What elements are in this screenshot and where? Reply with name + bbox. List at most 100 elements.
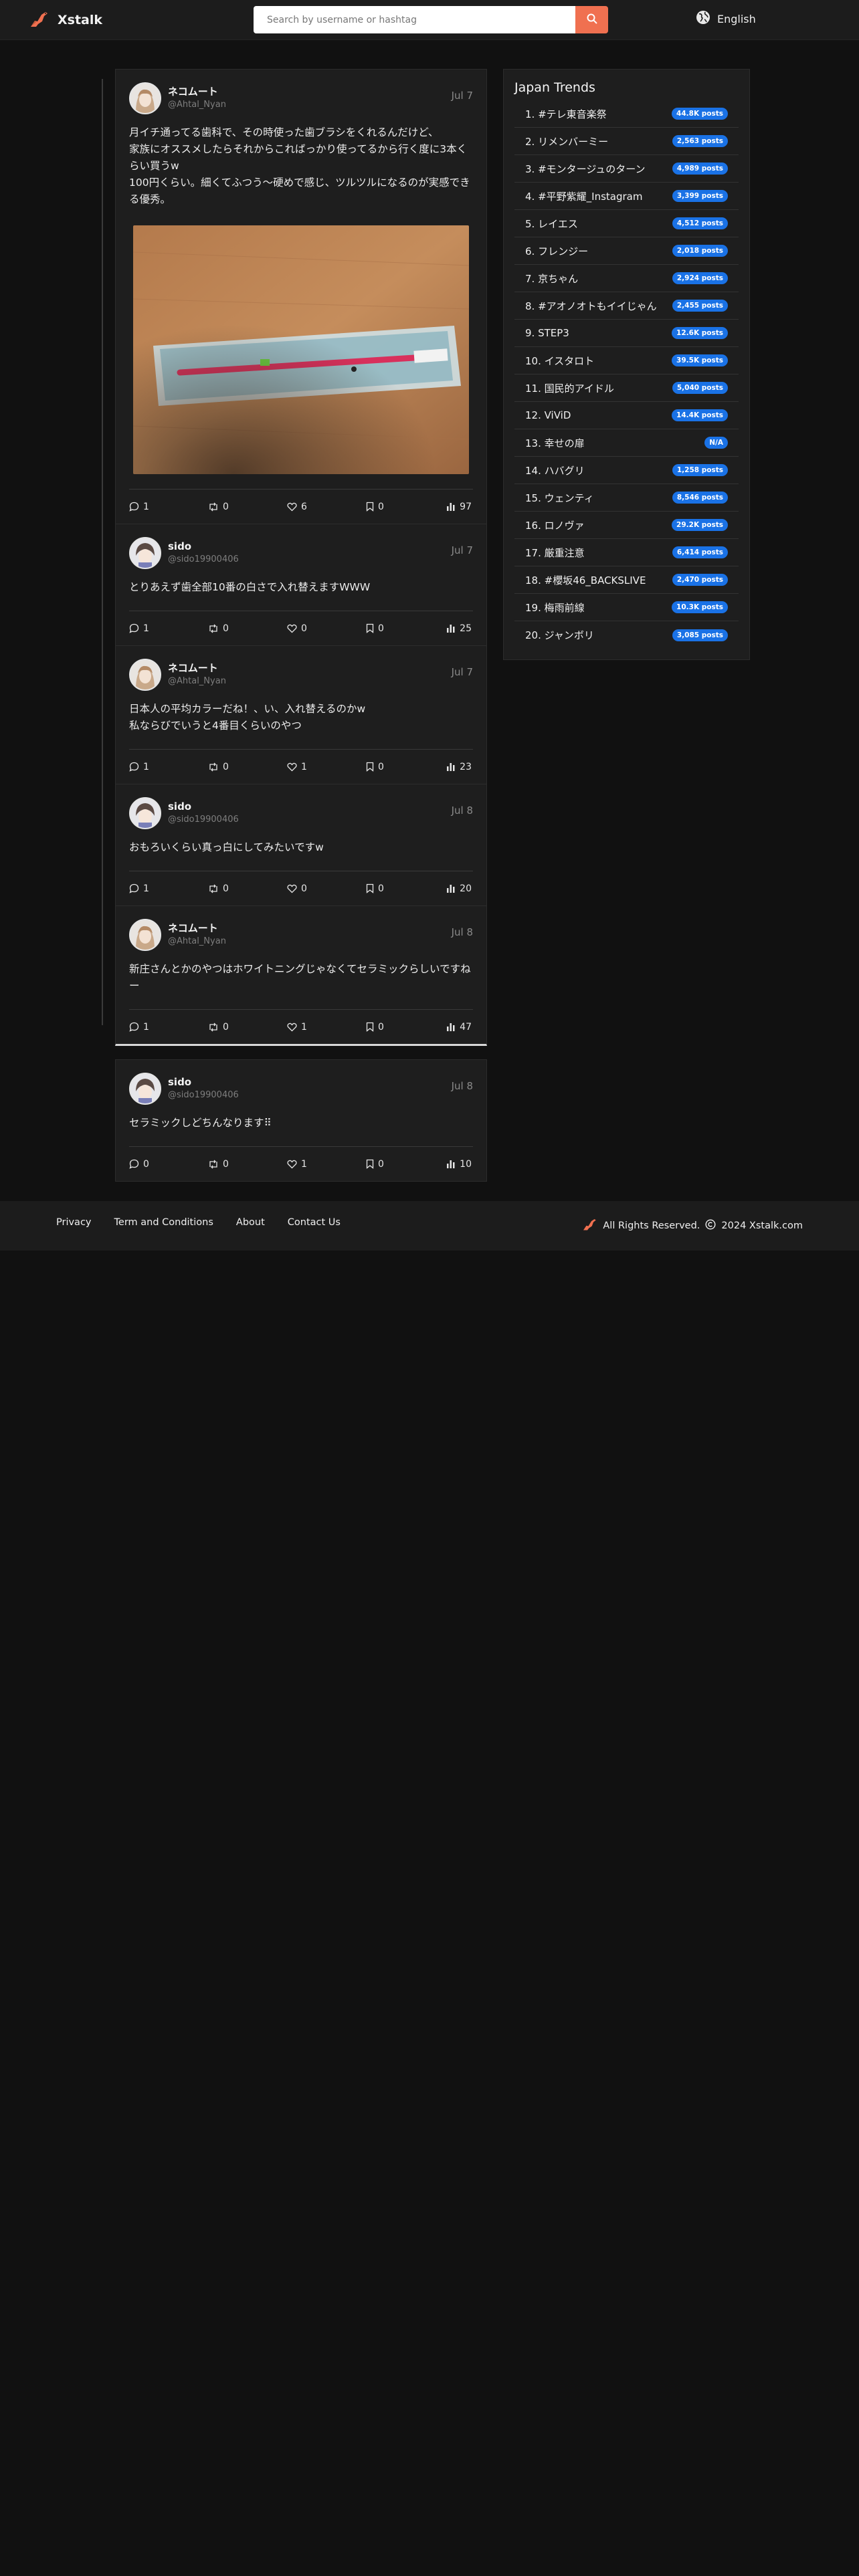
reply-button[interactable]: 1 [129,762,156,772]
reply-button[interactable]: 1 [129,1022,156,1033]
post[interactable]: sido @sido19900406 Jul 7 とりあえず歯全部10番の白さで… [116,524,486,646]
trend-item[interactable]: 11. 国民的アイドル 5,040 posts [514,374,739,402]
repost-button[interactable]: 0 [208,502,235,512]
trend-item[interactable]: 18. #櫻坂46_BACKSLIVE 2,470 posts [514,566,739,594]
trend-post-count-badge: 2,563 posts [672,135,728,147]
footer-link-terms[interactable]: Term and Conditions [114,1217,213,1228]
trend-item[interactable]: 13. 幸せの扉 N/A [514,429,739,457]
like-button[interactable]: 1 [287,1159,314,1170]
bookmark-button[interactable]: 0 [366,1159,393,1170]
bookmark-count: 0 [378,623,384,634]
trend-item[interactable]: 17. 厳重注意 6,414 posts [514,539,739,566]
trend-item[interactable]: 4. #平野紫耀_Instagram 3,399 posts [514,183,739,210]
post-author-name[interactable]: ネコムート [168,85,226,98]
post[interactable]: sido @sido19900406 Jul 8 おもろいくらい真っ白にしてみた… [116,784,486,906]
trend-label: 17. 厳重注意 [525,546,585,559]
footer-link-privacy[interactable]: Privacy [56,1217,92,1228]
like-button[interactable]: 1 [287,1022,314,1033]
repost-icon [209,502,217,511]
reply-button[interactable]: 1 [129,883,156,894]
reply-button[interactable]: 0 [129,1159,156,1170]
trend-item[interactable]: 9. STEP3 12.6K posts [514,320,739,347]
like-button[interactable]: 6 [287,502,314,512]
post-author-name[interactable]: sido [168,800,239,813]
avatar[interactable] [129,797,161,829]
reply-count: 1 [143,883,149,894]
trend-post-count-badge: 10.3K posts [672,601,728,613]
footer-link-about[interactable]: About [236,1217,265,1228]
post[interactable]: ネコムート @Ahtal_Nyan Jul 8 新庄さんとかのやつはホワイトニン… [116,906,486,1044]
trend-label: 11. 国民的アイドル [525,382,614,395]
reply-button[interactable]: 1 [129,502,156,512]
comment-icon [129,623,139,633]
trend-item[interactable]: 3. #モンタージュのターン 4,989 posts [514,155,739,183]
trend-item[interactable]: 2. リメンバーミー 2,563 posts [514,128,739,155]
repost-button[interactable]: 0 [208,623,235,634]
trend-post-count-badge: 2,924 posts [672,272,728,284]
language-selector[interactable]: English [696,10,756,27]
trend-item[interactable]: 16. ロノヴァ 29.2K posts [514,512,739,539]
brand-logo-link[interactable]: Xstalk [28,9,102,31]
trend-item[interactable]: 10. イスタロト 39.5K posts [514,347,739,374]
post-author-handle[interactable]: @sido19900406 [168,1089,239,1102]
reply-button[interactable]: 1 [129,623,156,634]
trend-item[interactable]: 6. フレンジー 2,018 posts [514,237,739,265]
bookmark-button[interactable]: 0 [366,502,393,512]
post[interactable]: sido @sido19900406 Jul 8 セラミックしどちんなります⠿ … [116,1060,486,1181]
post-image-toothbrush[interactable] [133,225,469,474]
footer-link-contact[interactable]: Contact Us [288,1217,341,1228]
post[interactable]: ネコムート @Ahtal_Nyan Jul 7 日本人の平均カラーだね！、い、入… [116,646,486,784]
trend-item[interactable]: 1. #テレ東音楽祭 44.8K posts [514,100,739,128]
bookmark-button[interactable]: 0 [366,762,393,772]
reply-count: 1 [143,501,149,512]
post-author-name[interactable]: ネコムート [168,661,226,675]
bookmark-button[interactable]: 0 [366,883,393,894]
trend-item[interactable]: 15. ウェンティ 8,546 posts [514,484,739,512]
views-stat: 97 [445,502,472,512]
views-count: 23 [460,761,472,772]
trend-post-count-badge: 12.6K posts [672,327,728,339]
bookmark-icon [366,623,374,633]
post-author-name[interactable]: ネコムート [168,922,226,935]
post-author-name[interactable]: sido [168,540,239,553]
search-input[interactable] [254,6,575,33]
avatar[interactable] [129,919,161,951]
post-author-handle[interactable]: @Ahtal_Nyan [168,935,226,948]
like-count: 6 [301,501,307,512]
avatar[interactable] [129,537,161,569]
post-author-handle[interactable]: @Ahtal_Nyan [168,675,226,688]
post[interactable]: ネコムート @Ahtal_Nyan Jul 7 月イチ通ってる歯科で、その時使っ… [116,70,486,524]
trend-item[interactable]: 19. 梅雨前線 10.3K posts [514,594,739,621]
post-author-handle[interactable]: @sido19900406 [168,553,239,566]
trend-item[interactable]: 8. #アオノオトもイイじゃん 2,455 posts [514,292,739,320]
reply-count: 1 [143,1021,149,1033]
post-author-handle[interactable]: @sido19900406 [168,813,239,827]
repost-button[interactable]: 0 [208,1022,235,1033]
bookmark-count: 0 [378,883,384,894]
post-author-name[interactable]: sido [168,1075,239,1089]
post-author-handle[interactable]: @Ahtal_Nyan [168,98,226,112]
avatar[interactable] [129,1073,161,1105]
like-button[interactable]: 0 [287,883,314,894]
trend-item[interactable]: 12. ViViD 14.4K posts [514,402,739,429]
avatar[interactable] [129,82,161,114]
repost-button[interactable]: 0 [208,883,235,894]
trend-item[interactable]: 14. ハバグリ 1,258 posts [514,457,739,484]
like-button[interactable]: 0 [287,623,314,634]
trend-item[interactable]: 7. 京ちゃん 2,924 posts [514,265,739,292]
trend-item[interactable]: 20. ジャンボリ 3,085 posts [514,621,739,649]
heart-icon [287,624,297,633]
like-button[interactable]: 1 [287,762,314,772]
language-label: English [717,12,756,25]
bookmark-button[interactable]: 0 [366,623,393,634]
trend-post-count-badge: 3,085 posts [672,629,728,641]
trend-item[interactable]: 5. レイエス 4,512 posts [514,210,739,237]
avatar[interactable] [129,659,161,691]
repost-count: 0 [223,1021,229,1033]
bookmark-button[interactable]: 0 [366,1022,393,1033]
trend-post-count-badge: 1,258 posts [672,464,728,476]
search-button[interactable] [575,6,608,33]
repost-button[interactable]: 0 [208,762,235,772]
repost-button[interactable]: 0 [208,1159,235,1170]
comment-icon [129,1159,139,1169]
